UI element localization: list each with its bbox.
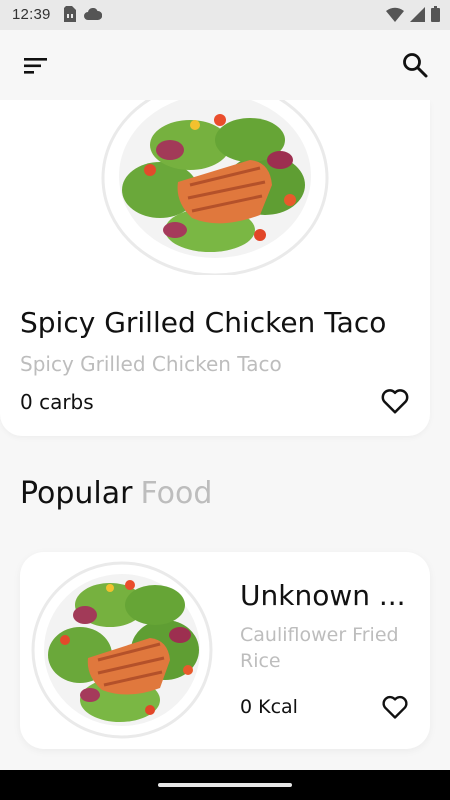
wifi-icon [386,7,404,22]
popular-food-heading: Popular Food [20,476,212,511]
home-indicator[interactable] [158,783,292,787]
app-bar [0,30,450,100]
menu-icon[interactable] [22,52,50,80]
featured-food-image [100,100,330,275]
cloud-icon [84,8,102,20]
featured-recipe-subtitle: Spicy Grilled Chicken Taco [20,352,282,376]
status-time: 12:39 [12,6,51,23]
popular-food-kcal: 0 Kcal [240,696,298,718]
status-left-icons [64,6,102,22]
popular-food-subtitle: Cauliflower Fried Rice [240,624,399,672]
system-nav-bar [0,770,450,800]
status-bar: 12:39 [0,0,450,30]
search-icon[interactable] [400,50,430,80]
heart-outline-icon[interactable] [380,387,410,415]
status-right-icons [386,6,440,22]
featured-carbs-value: 0 carbs [20,390,94,414]
popular-food-title: Unknown ... [240,579,406,612]
heart-outline-icon[interactable] [381,694,409,720]
heading-primary: Popular [20,476,133,511]
featured-recipe-title: Spicy Grilled Chicken Taco [20,306,387,339]
popular-food-image [30,560,215,740]
battery-icon [431,6,440,22]
sim-card-icon [64,6,76,22]
featured-recipe-card[interactable]: Spicy Grilled Chicken Taco Spicy Grilled… [0,100,430,436]
heading-secondary: Food [140,476,213,511]
popular-food-card[interactable]: Unknown ... Cauliflower Fried Rice 0 Kca… [20,552,430,749]
signal-icon [410,6,425,22]
